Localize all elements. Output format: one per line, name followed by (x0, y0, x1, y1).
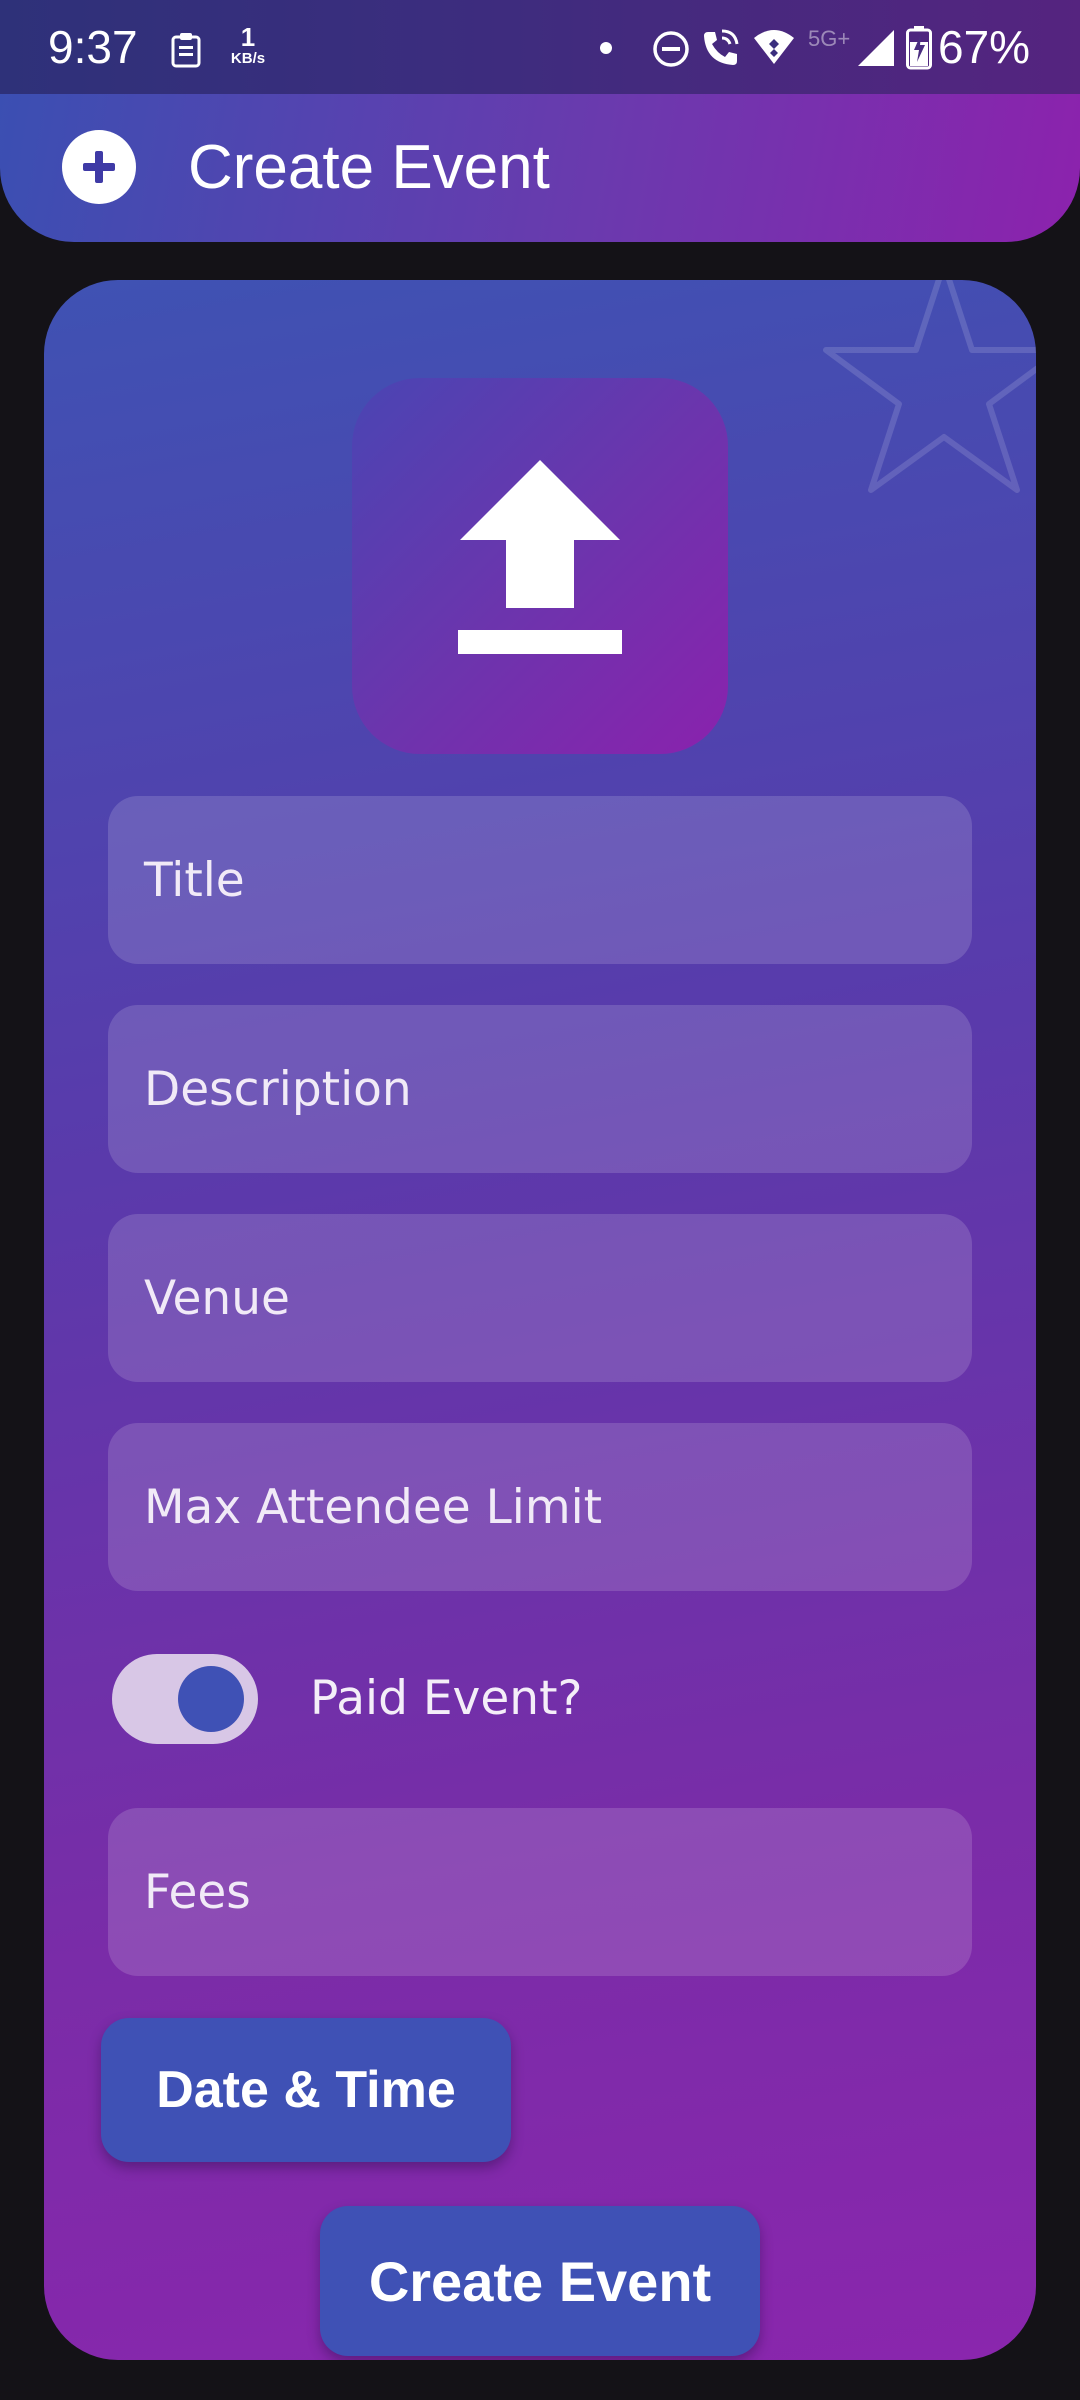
network-speed-value: 1 (240, 22, 256, 52)
network-type: 5G+ (808, 26, 851, 51)
toggle-knob (178, 1666, 244, 1732)
fees-field-placeholder: Fees (144, 1864, 251, 1920)
do-not-disturb-icon (653, 31, 689, 67)
max-attendee-limit-placeholder: Max Attendee Limit (144, 1479, 603, 1535)
wifi-icon (754, 30, 794, 64)
star-decoration-icon (823, 280, 1036, 493)
image-upload-button[interactable] (352, 378, 728, 754)
paid-event-label: Paid Event? (310, 1671, 583, 1726)
title-field-placeholder: Title (144, 852, 245, 908)
notification-dot-icon (600, 42, 612, 54)
network-speed: 1 KB/s (222, 24, 274, 66)
fees-field[interactable]: Fees (108, 1808, 972, 1976)
title-field[interactable]: Title (108, 796, 972, 964)
paid-event-toggle[interactable] (112, 1654, 258, 1744)
create-event-form-card: Title Description Venue Max Attendee Lim… (44, 280, 1036, 2360)
description-field[interactable]: Description (108, 1005, 972, 1173)
network-speed-unit: KB/s (230, 50, 266, 67)
battery-charging-icon (906, 26, 932, 70)
max-attendee-limit-field[interactable]: Max Attendee Limit (108, 1423, 972, 1591)
venue-field-placeholder: Venue (144, 1270, 290, 1326)
description-field-placeholder: Description (144, 1061, 412, 1117)
clipboard-icon (171, 33, 201, 68)
app-bar: Create Event (0, 94, 1080, 242)
page-title: Create Event (188, 133, 550, 202)
plus-circle-icon (62, 130, 136, 204)
venue-field[interactable]: Venue (108, 1214, 972, 1382)
signal-icon (858, 30, 894, 66)
upload-icon (458, 460, 622, 654)
date-time-button[interactable]: Date & Time (101, 2018, 511, 2162)
status-time: 9:37 (48, 21, 138, 73)
create-event-button[interactable]: Create Event (320, 2206, 760, 2356)
status-bar: 9:37 1 KB/s 5G+ 67% (0, 0, 1080, 94)
wifi-call-icon (704, 29, 739, 65)
battery-level: 67% (938, 21, 1031, 73)
